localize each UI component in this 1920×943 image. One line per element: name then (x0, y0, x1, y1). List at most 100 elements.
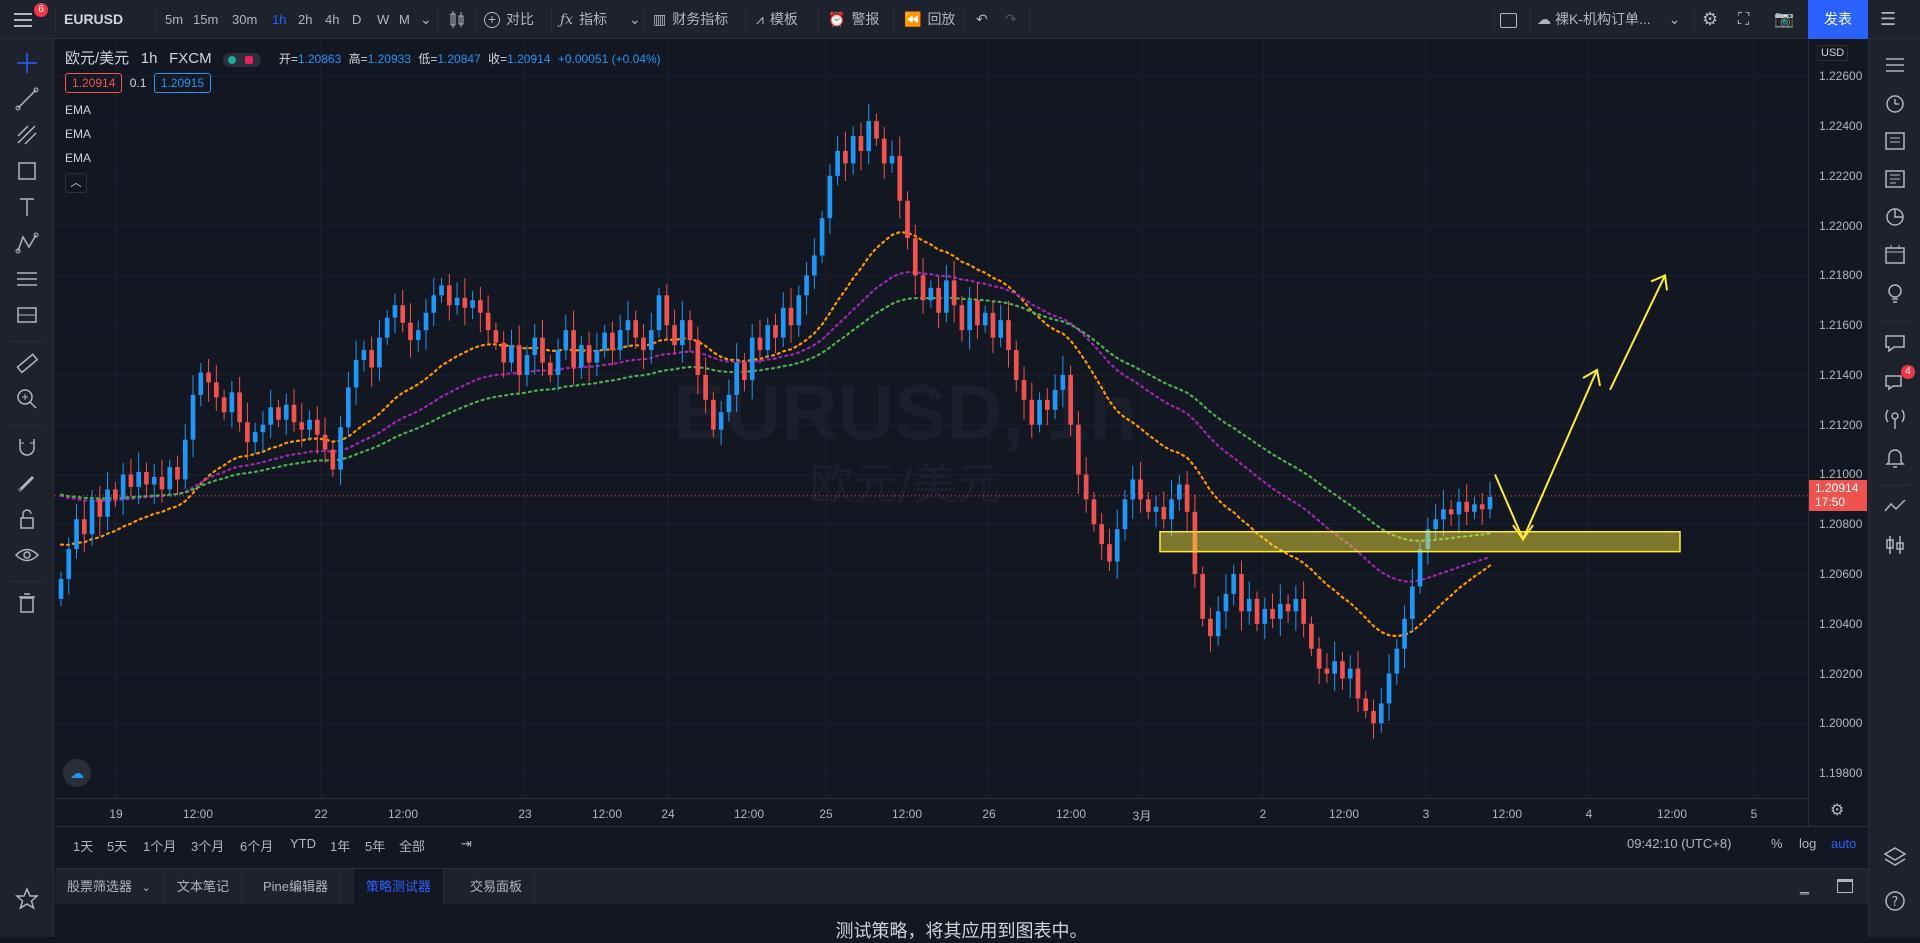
price-chart[interactable]: EURUSD, 1h欧元/美元 (55, 39, 1808, 826)
trash-icon[interactable] (13, 589, 41, 617)
lightbulb-icon[interactable] (1881, 279, 1909, 307)
hamburger-menu-icon (14, 13, 32, 27)
chat-icon[interactable] (1881, 329, 1909, 357)
right-panel-toggle-button[interactable]: ☰ (1880, 0, 1896, 39)
alert-button[interactable]: ⏰ 警报 (828, 0, 879, 39)
interval-15m[interactable]: 15m (193, 0, 218, 39)
lock-icon[interactable] (13, 505, 41, 533)
candle-body (260, 424, 266, 433)
calendar-icon[interactable] (1881, 241, 1909, 269)
interval-dropdown-chevron-icon[interactable]: ⌄ (420, 0, 432, 39)
time-tick-label: 12:00 (1491, 807, 1523, 821)
interval-W[interactable]: W (377, 0, 389, 39)
replay-button[interactable]: ⏪ 回放 (904, 0, 955, 39)
crosshair-icon[interactable] (13, 49, 41, 77)
saved-layout-button[interactable]: ☁ 裸K-机构订单... ⌄ (1537, 0, 1680, 39)
range-option[interactable]: 1年 (330, 836, 350, 855)
tab-stock-screener[interactable]: 股票筛选器 ⌄ (55, 869, 164, 905)
buy-price-button[interactable]: 1.20915 (153, 73, 212, 93)
pie-chart-icon[interactable] (1881, 203, 1909, 231)
settings-button[interactable]: ⚙ (1702, 0, 1718, 39)
alarm-clock-icon[interactable] (1881, 89, 1909, 117)
market-status-toggle[interactable] (223, 52, 262, 67)
fullscreen-button[interactable]: ⛶ (1738, 0, 1749, 39)
interval-M[interactable]: M (399, 0, 410, 39)
range-option[interactable]: 1天 (73, 836, 93, 855)
broadcast-icon[interactable] (1881, 405, 1909, 433)
trend-chart-icon[interactable] (1881, 493, 1909, 521)
indicators-button[interactable]: ƒx 指标 ⌄ (560, 0, 641, 39)
indicator-legend-ema-2[interactable]: EMA (65, 127, 91, 141)
tab-text-notes[interactable]: 文本笔记 (165, 869, 243, 905)
star-icon[interactable] (13, 885, 41, 913)
text-tool-icon[interactable] (13, 193, 41, 221)
price-axis[interactable]: USD 1.22600 1.22400 1.22200 1.22000 1.21800 1… (1808, 39, 1868, 826)
redo-button[interactable]: ↷ (1005, 0, 1017, 39)
pencil-lock-icon[interactable] (13, 469, 41, 497)
range-option[interactable]: 全部 (399, 836, 425, 855)
data-window-icon[interactable] (1881, 127, 1909, 155)
zoom-in-icon[interactable] (13, 385, 41, 413)
rectangle-icon[interactable] (13, 157, 41, 185)
templates-button[interactable]: ⩘ 模板 (756, 0, 798, 39)
sell-price-button[interactable]: 1.20914 (65, 73, 123, 93)
auto-scale-toggle[interactable]: auto (1831, 836, 1856, 851)
symbol-search-button[interactable]: EURUSD (64, 0, 123, 39)
publish-button[interactable]: 发表 (1808, 0, 1868, 39)
goto-date-button[interactable]: ⇥ (461, 836, 472, 852)
candle-body (1246, 598, 1252, 612)
currency-label[interactable]: USD (1817, 45, 1849, 61)
interval-1h[interactable]: 1h (272, 0, 286, 39)
order-panel-icon[interactable] (1881, 531, 1909, 559)
candle-body (726, 394, 732, 413)
range-option[interactable]: 3个月 (191, 836, 224, 855)
financials-button[interactable]: ▥ 财务指标 (653, 0, 728, 39)
indicator-legend-ema-1[interactable]: EMA (65, 103, 91, 117)
tab-strategy-tester[interactable]: 策略测试器 (354, 869, 445, 905)
pattern-icon[interactable] (13, 229, 41, 257)
ruler-icon[interactable] (13, 349, 41, 377)
range-option[interactable]: 1个月 (143, 836, 176, 855)
tab-trading-panel[interactable]: 交易面板 (458, 869, 536, 905)
layout-select-button[interactable] (1500, 0, 1517, 39)
range-option[interactable]: 5天 (107, 836, 127, 855)
pitchfork-icon[interactable] (13, 121, 41, 149)
clock-display[interactable]: 09:42:10 (UTC+8) (1627, 836, 1731, 851)
tradingview-logo-icon[interactable]: ☁ (63, 759, 91, 787)
interval-30m[interactable]: 30m (232, 0, 257, 39)
log-scale-toggle[interactable]: log (1799, 836, 1816, 851)
indicator-legend-ema-3[interactable]: EMA (65, 151, 91, 165)
chart-settings-button[interactable]: ⚙ (1830, 800, 1844, 820)
percent-scale-toggle[interactable]: % (1771, 836, 1783, 851)
menu-button[interactable]: 6 (12, 0, 48, 39)
candle-body (1332, 661, 1338, 674)
chart-pane[interactable]: EURUSD, 1h 欧元/美元 欧元/美元 1h FXCM 开=1.20863 … (55, 39, 1808, 826)
collapse-legend-button[interactable]: ︿ (65, 173, 87, 193)
time-axis[interactable]: 19 12:00 22 12:00 23 12:00 24 12:00 25 12:00 26 12:… (55, 798, 1808, 826)
interval-D[interactable]: D (352, 0, 361, 39)
help-icon[interactable]: ? (1881, 887, 1909, 915)
eye-icon[interactable] (13, 541, 41, 569)
interval-4h[interactable]: 4h (325, 0, 339, 39)
bell-icon[interactable] (1881, 443, 1909, 471)
interval-2h[interactable]: 2h (298, 0, 312, 39)
layers-icon[interactable] (1881, 843, 1909, 871)
chart-type-button[interactable] (448, 0, 466, 39)
maximize-panel-button[interactable] (1837, 879, 1853, 893)
prediction-icon[interactable] (13, 301, 41, 329)
compare-button[interactable]: + 对比 (484, 0, 534, 39)
minimize-panel-button[interactable]: ‗ (1800, 869, 1809, 905)
watchlist-icon[interactable] (1881, 51, 1909, 79)
news-icon[interactable] (1881, 165, 1909, 193)
magnet-icon[interactable] (13, 433, 41, 461)
range-option[interactable]: 5年 (365, 836, 385, 855)
range-option[interactable]: 6个月 (240, 836, 273, 855)
undo-button[interactable]: ↶ (976, 0, 988, 39)
fib-retracement-icon[interactable] (13, 265, 41, 293)
symbol-title[interactable]: 欧元/美元 (65, 50, 129, 67)
trend-line-icon[interactable] (13, 85, 41, 113)
interval-5m[interactable]: 5m (165, 0, 183, 39)
range-option[interactable]: YTD (290, 836, 316, 851)
tab-pine-editor[interactable]: Pine编辑器 (251, 869, 342, 905)
snapshot-button[interactable]: 📷 (1774, 0, 1794, 39)
